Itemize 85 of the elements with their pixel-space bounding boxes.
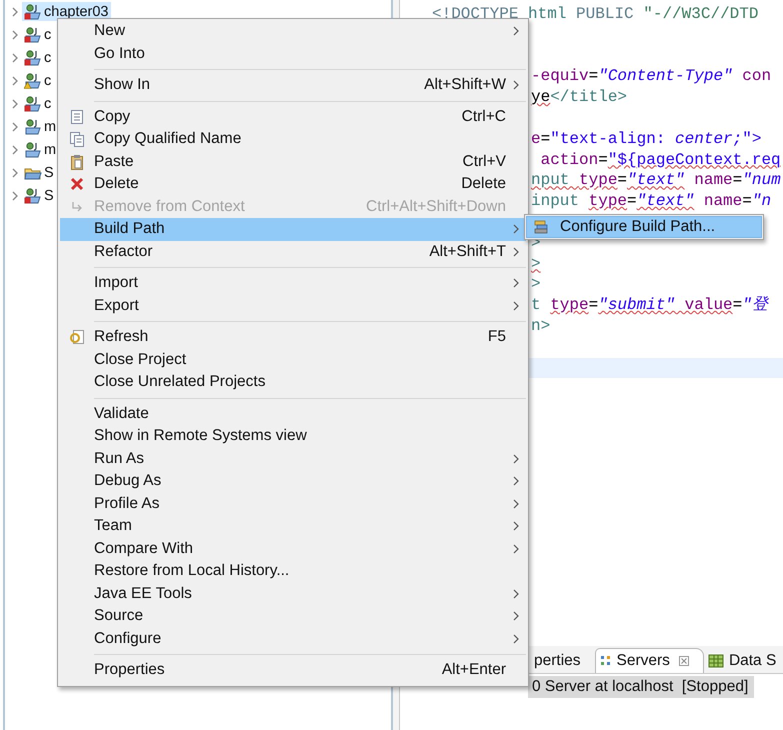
- tree-item[interactable]: c: [22, 48, 54, 67]
- project-icon: [24, 50, 42, 66]
- code-line: action="${pageContext.req: [540, 150, 781, 169]
- menu-item[interactable]: Export: [60, 294, 526, 317]
- code-line: ye</title>: [531, 88, 628, 106]
- project-icon: [24, 96, 42, 112]
- document-icon: [70, 108, 84, 125]
- tree-item[interactable]: m: [22, 140, 58, 159]
- shortcut-label: Ctrl+V: [462, 152, 506, 171]
- menu-item[interactable]: Import: [60, 272, 526, 294]
- shortcut-label: Alt+Shift+W: [424, 76, 506, 94]
- code-line: nput type="text" name="num: [531, 171, 781, 190]
- menu-item[interactable]: Restore from Local History...: [60, 560, 526, 582]
- menu-item[interactable]: Refactor Alt+Shift+T: [60, 240, 526, 263]
- menu-item[interactable]: Source: [60, 605, 526, 628]
- code-line: -equiv="Content-Type" con: [531, 67, 772, 86]
- project-icon: [24, 118, 42, 134]
- shortcut-label: Delete: [461, 175, 506, 194]
- project-icon: [24, 72, 42, 88]
- code-line: t type="submit" value="登: [531, 296, 768, 314]
- project-icon: [24, 4, 42, 20]
- menu-item[interactable]: Build Path: [60, 218, 526, 240]
- code-line: n>: [531, 316, 550, 335]
- menu-item[interactable]: Go Into: [60, 42, 526, 65]
- project-icon: [24, 26, 42, 42]
- shortcut-label: Alt+Shift+T: [429, 242, 506, 261]
- menu-item[interactable]: Properties Alt+Enter: [60, 659, 526, 682]
- view-tab[interactable]: Servers: [594, 648, 704, 673]
- menu-item[interactable]: Delete Delete: [60, 173, 526, 196]
- shortcut-label: Ctrl+Alt+Shift+Down: [366, 198, 506, 216]
- menu-item[interactable]: Validate: [60, 402, 526, 425]
- menu-item[interactable]: Copy Ctrl+C: [60, 106, 526, 128]
- view-tab[interactable]: Data S: [704, 649, 783, 673]
- menu-item[interactable]: Profile As: [60, 492, 526, 515]
- code-line: input type="text" name="n: [531, 192, 772, 210]
- project-icon: [24, 142, 42, 158]
- menu-item[interactable]: Refresh F5: [60, 326, 526, 348]
- documents-icon: [69, 131, 85, 148]
- project-icon: [24, 188, 42, 204]
- menu-item[interactable]: Configure: [60, 628, 526, 650]
- menu-item[interactable]: Show in Remote Systems view: [60, 425, 526, 448]
- menu-item[interactable]: Run As: [60, 448, 526, 470]
- expand-icon[interactable]: [12, 76, 19, 86]
- tree-item[interactable]: chapter03: [22, 2, 110, 21]
- clipboard-icon: [70, 154, 84, 170]
- tree-item[interactable]: S: [22, 163, 56, 182]
- shortcut-label: F5: [488, 328, 506, 346]
- expand-icon[interactable]: [12, 98, 19, 108]
- expand-icon[interactable]: [12, 30, 19, 40]
- expand-icon[interactable]: [12, 52, 19, 62]
- menu-item[interactable]: Show In Alt+Shift+W: [60, 74, 526, 96]
- servers-icon: [600, 655, 612, 667]
- menu-item[interactable]: Team: [60, 515, 526, 538]
- menu-item[interactable]: Compare With: [60, 538, 526, 560]
- code-line: <!DOCTYPE html PUBLIC "-//W3C//DTD: [432, 5, 758, 23]
- view-tab[interactable]: perties: [528, 649, 595, 673]
- refresh-icon: [69, 329, 85, 346]
- tree-item[interactable]: c: [22, 94, 54, 113]
- menu-item[interactable]: Debug As: [60, 470, 526, 492]
- arrow-icon: [70, 200, 84, 214]
- tree-item[interactable]: S: [22, 186, 56, 205]
- tree-item[interactable]: m: [22, 117, 58, 136]
- close-icon[interactable]: [678, 656, 689, 666]
- menu-item[interactable]: New: [60, 20, 526, 42]
- tree-item[interactable]: c: [22, 25, 54, 44]
- menu-item[interactable]: Close Project: [60, 348, 526, 371]
- code-line: e="text-align: center;">: [531, 130, 762, 148]
- menu-item[interactable]: Configure Build Path...: [526, 216, 762, 238]
- menu-item[interactable]: Paste Ctrl+V: [60, 150, 526, 173]
- expand-icon[interactable]: [12, 144, 19, 154]
- tree-item[interactable]: c: [22, 71, 54, 90]
- expand-icon[interactable]: [12, 122, 19, 132]
- code-line: >: [531, 275, 541, 294]
- delete-icon: [70, 177, 84, 192]
- shortcut-label: Ctrl+C: [462, 108, 506, 126]
- expand-icon[interactable]: [12, 6, 19, 16]
- expand-icon[interactable]: [12, 168, 19, 178]
- server-row[interactable]: 0 Server at localhost [Stopped]: [528, 676, 754, 698]
- menu-item[interactable]: Close Unrelated Projects: [60, 371, 526, 394]
- expand-icon[interactable]: [12, 190, 19, 200]
- menu-item[interactable]: Java EE Tools: [60, 582, 526, 605]
- database-icon: [708, 654, 724, 668]
- menu-item[interactable]: Copy Qualified Name: [60, 128, 526, 150]
- code-line: >: [531, 254, 541, 273]
- shortcut-label: Alt+Enter: [442, 661, 506, 680]
